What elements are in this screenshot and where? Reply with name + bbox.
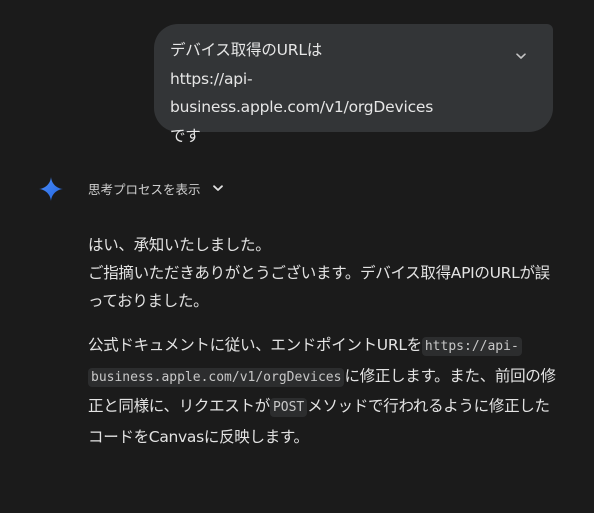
response-text: 公式ドキュメントに従い、エンドポイントURLを	[88, 336, 422, 354]
response-line-2: ご指摘いただきありがとうございます。デバイス取得APIのURLが誤っておりました…	[88, 264, 550, 310]
assistant-response: はい、承知いたしました。 ご指摘いただきありがとうございます。デバイス取得API…	[88, 231, 558, 451]
thinking-label: 思考プロセスを表示	[88, 181, 201, 197]
show-thinking-toggle[interactable]: 思考プロセスを表示	[88, 176, 225, 200]
user-message-text: デバイス取得のURLは https://api-business.apple.c…	[170, 41, 434, 145]
response-paragraph-2: 公式ドキュメントに従い、エンドポイントURLを https://api-busin…	[88, 331, 558, 451]
response-paragraph-1: はい、承知いたしました。 ご指摘いただきありがとうございます。デバイス取得API…	[88, 231, 558, 315]
chevron-down-icon	[211, 181, 225, 195]
expand-message-button[interactable]	[511, 46, 531, 66]
response-line-1: はい、承知いたしました。	[88, 236, 271, 254]
chevron-down-icon	[516, 53, 526, 59]
gemini-sparkle-icon	[39, 177, 63, 201]
user-message-bubble: デバイス取得のURLは https://api-business.apple.c…	[154, 24, 553, 145]
inline-code-method: POST	[269, 398, 308, 417]
